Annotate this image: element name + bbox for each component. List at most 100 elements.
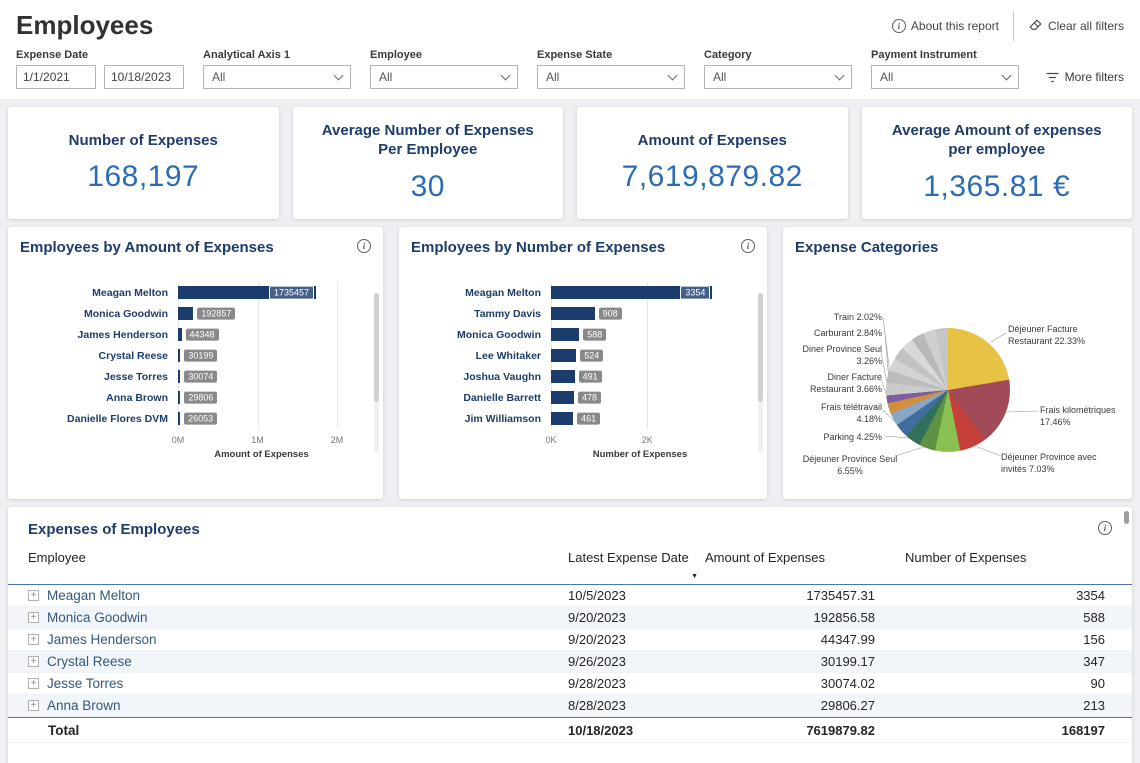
column-header-number[interactable]: Number of Expenses (890, 550, 1132, 566)
bar-row[interactable]: Danielle Flores DVM26053 (20, 408, 371, 429)
clear-all-filters-button[interactable]: Clear all filters (1028, 18, 1124, 33)
bar-value-label: 908 (599, 307, 622, 320)
bar[interactable] (178, 307, 193, 320)
expense-state-label: Expense State (537, 49, 685, 61)
bar-category-label: Joshua Vaughn (411, 371, 551, 383)
bar-row[interactable]: Meagan Melton1735457 (20, 282, 371, 303)
table-row[interactable]: Anna Brown 8/28/2023 29806.27 213 (8, 695, 1132, 717)
employee-cell: James Henderson (47, 632, 157, 647)
bar-row[interactable]: Monica Goodwin192857 (20, 303, 371, 324)
bar-row[interactable]: Anna Brown 29806 (20, 387, 371, 408)
expand-icon[interactable] (28, 700, 39, 711)
bar-row[interactable]: Meagan Melton3354 (411, 282, 755, 303)
bar-row[interactable]: Tammy Davis908 (411, 303, 755, 324)
bar[interactable] (178, 412, 180, 425)
date-cell: 9/26/2023 (560, 654, 700, 669)
table-row[interactable]: Jesse Torres 9/28/2023 30074.02 90 (8, 673, 1132, 695)
count-cell: 3354 (890, 588, 1132, 603)
column-header-latest-expense-date[interactable]: Latest Expense Date (560, 550, 700, 581)
employee-label: Employee (370, 49, 518, 61)
axis-tick-label: 2M (331, 435, 344, 445)
bar-category-label: James Henderson (20, 329, 178, 341)
bar-row[interactable]: Jesse Torres30074 (20, 366, 371, 387)
bar-row[interactable]: Joshua Vaughn 491 (411, 366, 755, 387)
pie-chart[interactable] (886, 328, 1010, 452)
expand-icon[interactable] (28, 590, 39, 601)
pie-slice-label: Diner Facture Restaurant 3.66% (802, 372, 882, 395)
count-cell: 90 (890, 676, 1132, 691)
bar[interactable] (178, 349, 180, 362)
total-date-cell: 10/18/2023 (560, 723, 700, 738)
date-end-input[interactable] (104, 65, 184, 89)
bar-row[interactable]: Crystal Reese30199 (20, 345, 371, 366)
bar-category-label: Anna Brown (20, 392, 178, 404)
analytical-axis-dropdown[interactable]: All (203, 65, 351, 89)
bar-row[interactable]: Jim Williamson461 (411, 408, 755, 429)
bar[interactable] (178, 391, 180, 404)
bar[interactable] (551, 391, 574, 404)
bar-category-label: Jesse Torres (20, 371, 178, 383)
bar-value-label: 29806 (184, 391, 217, 404)
bar[interactable] (551, 349, 576, 362)
about-report-link[interactable]: About this report (892, 19, 999, 33)
bar-category-label: Monica Goodwin (411, 329, 551, 341)
more-filters-button[interactable]: More filters (1046, 70, 1124, 84)
category-dropdown[interactable]: All (704, 65, 852, 89)
info-icon[interactable] (741, 239, 755, 253)
bar-category-label: Danielle Barrett (411, 392, 551, 404)
bar-row[interactable]: James Henderson 44348 (20, 324, 371, 345)
scrollbar-thumb[interactable] (1124, 511, 1129, 524)
expand-icon[interactable] (28, 656, 39, 667)
bar-row[interactable]: Lee Whitaker524 (411, 345, 755, 366)
column-header-employee[interactable]: Employee (8, 550, 560, 566)
table-row[interactable]: Monica Goodwin 9/20/2023 192856.58 588 (8, 607, 1132, 629)
divider (1013, 11, 1014, 41)
kpi-title: Amount of Expenses (638, 132, 787, 151)
table-row[interactable]: Crystal Reese 9/26/2023 30199.17 347 (8, 651, 1132, 673)
bar-category-label: Monica Goodwin (20, 308, 178, 320)
scrollbar[interactable] (758, 293, 763, 453)
scrollbar[interactable] (1124, 511, 1129, 763)
bar-category-label: Crystal Reese (20, 350, 178, 362)
expand-icon[interactable] (28, 678, 39, 689)
column-header-amount[interactable]: Amount of Expenses (700, 550, 890, 566)
bar-value-label: 461 (577, 412, 600, 425)
bar-row[interactable]: Danielle Barrett478 (411, 387, 755, 408)
bar-row[interactable]: Monica Goodwin588 (411, 324, 755, 345)
count-cell: 347 (890, 654, 1132, 669)
bar[interactable] (178, 370, 180, 383)
bar[interactable] (551, 412, 573, 425)
bar[interactable] (551, 307, 595, 320)
bar-value-label: 491 (579, 370, 602, 383)
bar-value-label: 44348 (186, 328, 219, 341)
scrollbar[interactable] (374, 293, 379, 453)
expand-icon[interactable] (28, 634, 39, 645)
about-report-label: About this report (911, 19, 999, 33)
expense-state-dropdown[interactable]: All (537, 65, 685, 89)
payment-instrument-dropdown[interactable]: All (871, 65, 1019, 89)
dropdown-value: All (379, 70, 392, 84)
amount-cell: 192856.58 (700, 610, 890, 625)
axis-tick-label: 2K (642, 435, 653, 445)
info-icon[interactable] (357, 239, 371, 253)
bar-value-label: 3354 (680, 285, 710, 300)
employee-dropdown[interactable]: All (370, 65, 518, 89)
bar-category-label: Meagan Melton (20, 287, 178, 299)
table-row[interactable]: Meagan Melton 10/5/2023 1735457.31 3354 (8, 585, 1132, 607)
date-cell: 9/28/2023 (560, 676, 700, 691)
info-icon[interactable] (1098, 521, 1112, 535)
table-row[interactable]: James Henderson 9/20/2023 44347.99 156 (8, 629, 1132, 651)
kpi-amount-of-expenses: Amount of Expenses 7,619,879.82 (577, 107, 848, 219)
category-filter: Category All (704, 49, 852, 89)
date-start-input[interactable] (16, 65, 96, 89)
chevron-down-icon (1002, 71, 1012, 81)
more-filters-label: More filters (1065, 70, 1124, 84)
date-cell: 8/28/2023 (560, 698, 700, 713)
scrollbar-thumb[interactable] (374, 293, 379, 402)
bar[interactable] (551, 328, 579, 341)
scrollbar-thumb[interactable] (758, 293, 763, 402)
bar[interactable] (551, 370, 575, 383)
bar[interactable] (178, 328, 182, 341)
expand-icon[interactable] (28, 612, 39, 623)
charts-row: Employees by Amount of Expenses Meagan M… (8, 227, 1132, 499)
